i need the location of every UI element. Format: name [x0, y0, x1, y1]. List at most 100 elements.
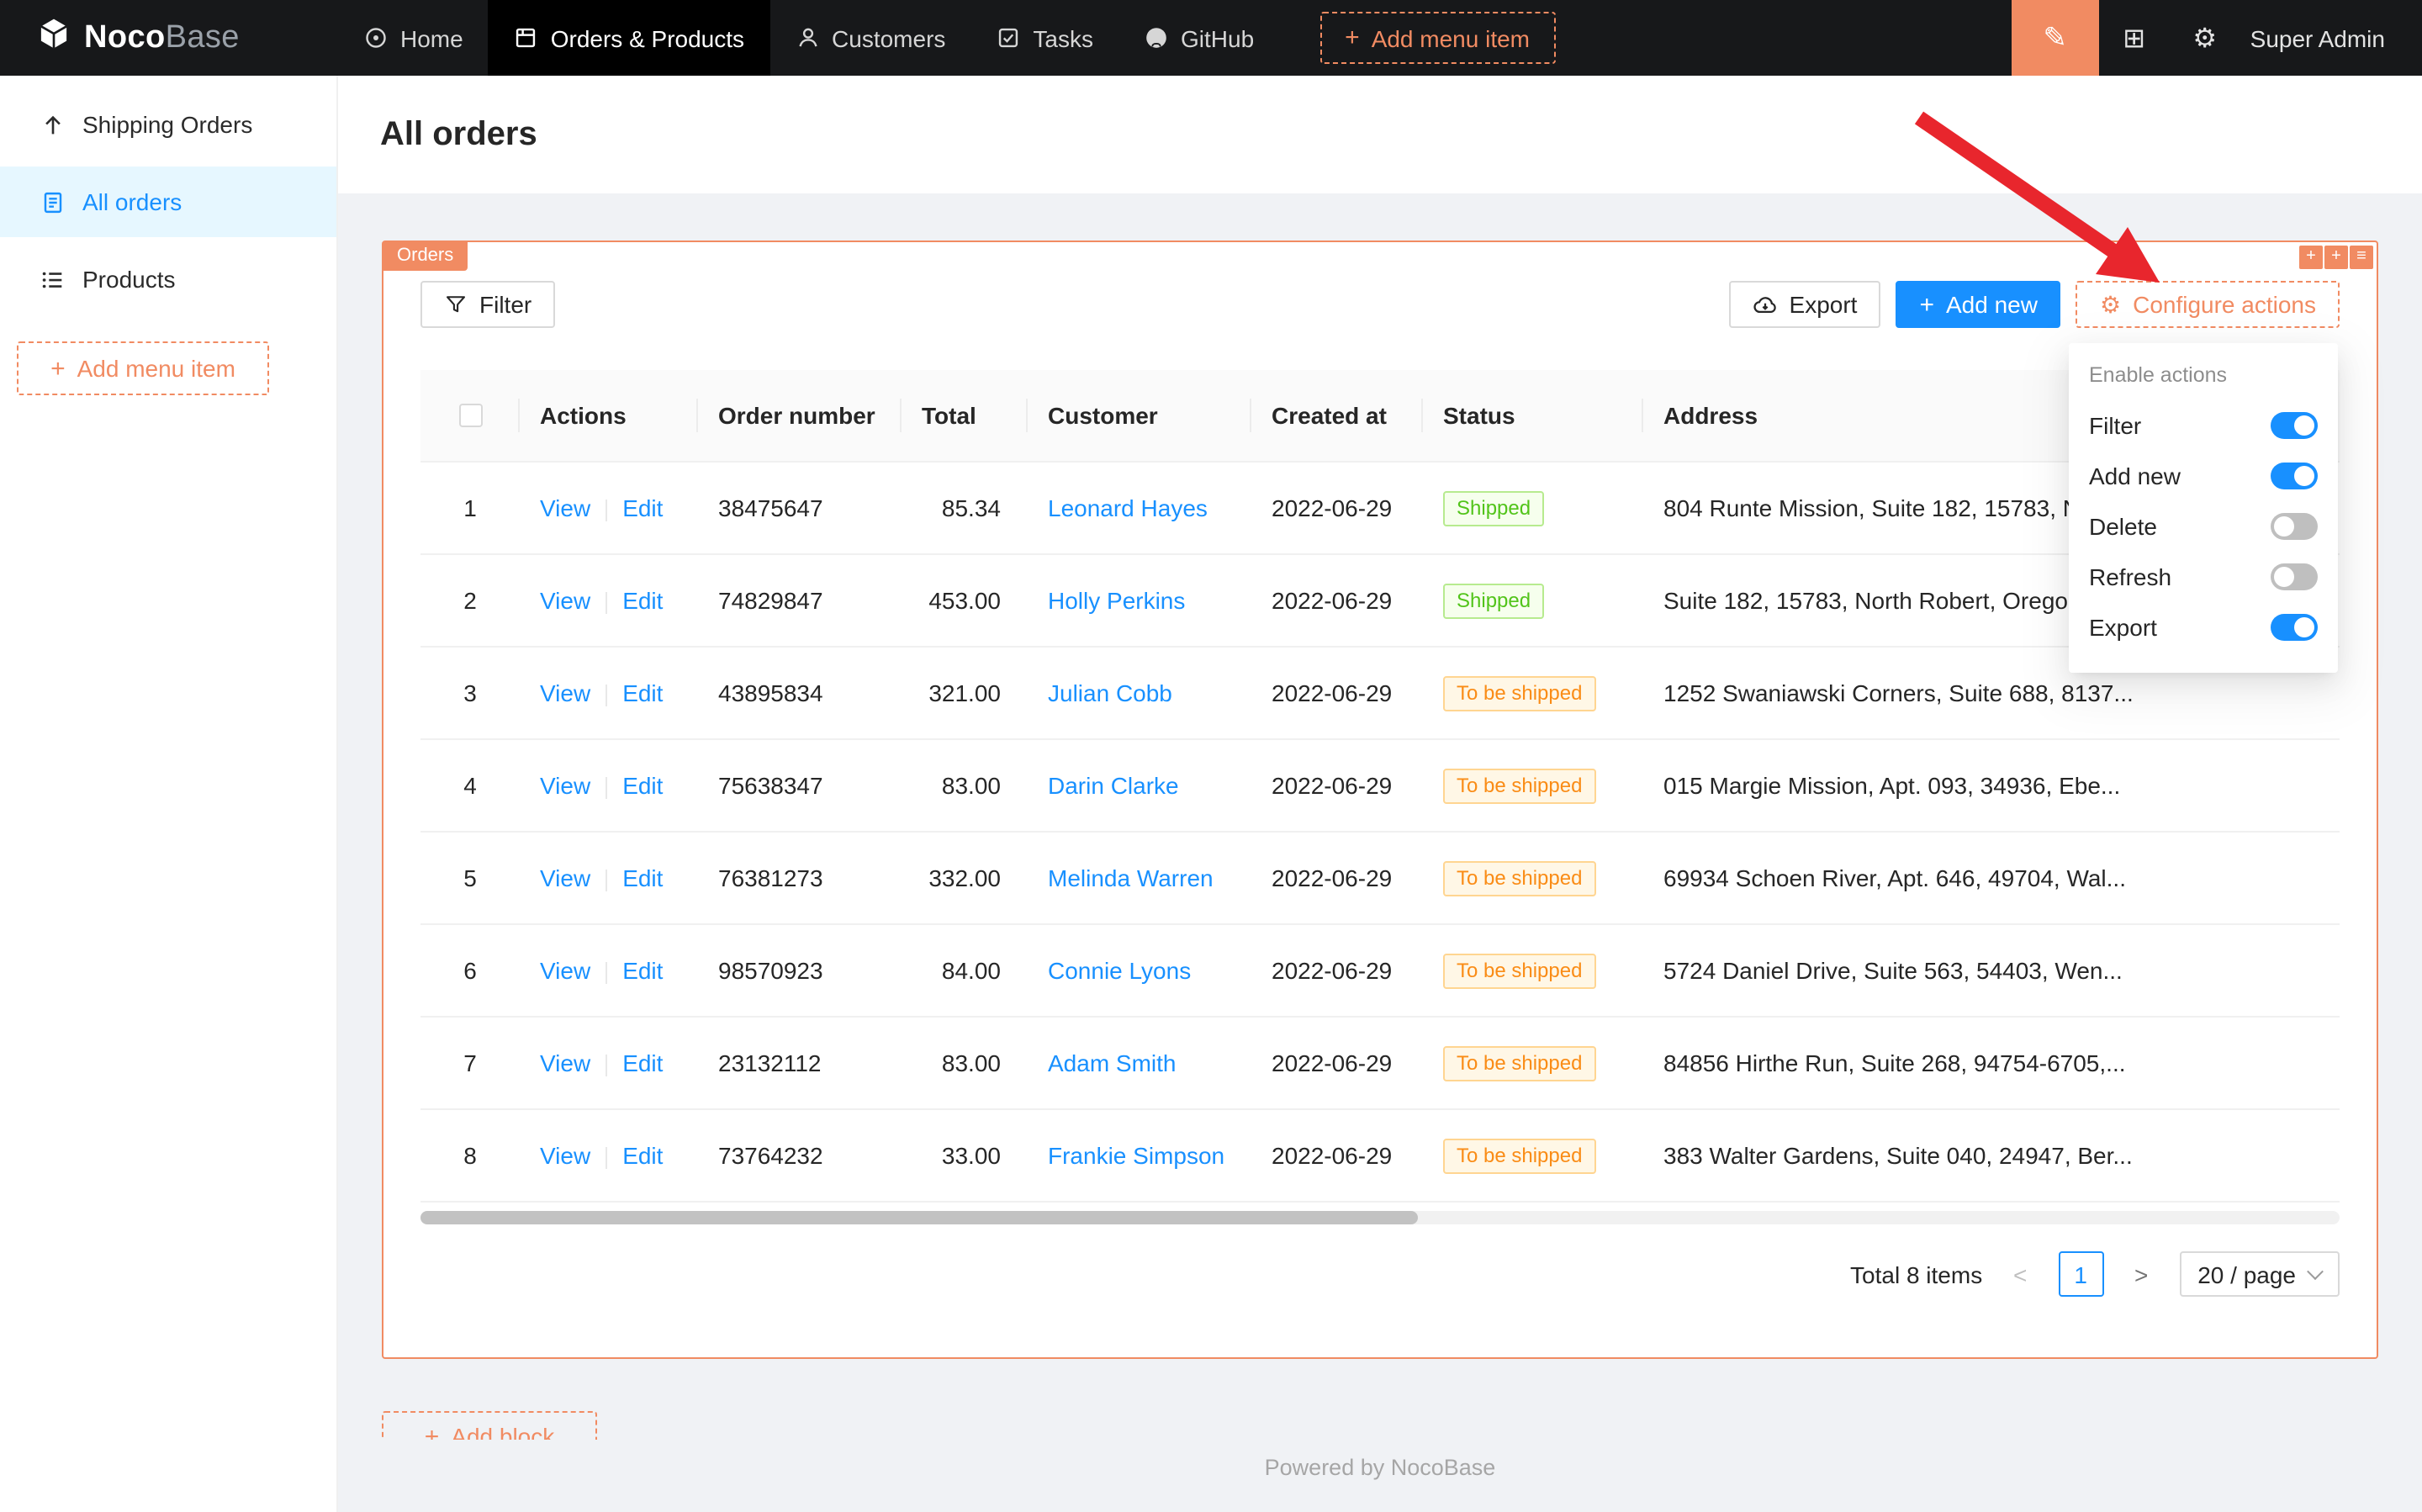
edit-link[interactable]: Edit [622, 1049, 663, 1076]
block-designer-icons: + + ≡ [2299, 246, 2373, 269]
table-row: 1 ViewEdit 38475647 85.34 Leonard Hayes … [420, 463, 2340, 555]
sidebar-item-all-orders[interactable]: All orders [0, 167, 336, 237]
plus-icon: + [1919, 292, 1934, 317]
customer-cell: Darin Clarke [1028, 772, 1251, 799]
view-link[interactable]: View [540, 679, 590, 706]
orders-table: Actions Order number Total Customer Crea… [420, 370, 2340, 1203]
nav-item-customers[interactable]: Customers [769, 0, 970, 76]
sidebar-item-products[interactable]: Products [0, 244, 336, 315]
table-row: 5 ViewEdit 76381273 332.00 Melinda Warre… [420, 833, 2340, 925]
status-cell: To be shipped [1423, 1045, 1643, 1081]
scrollbar-thumb[interactable] [420, 1211, 1419, 1224]
add-new-button[interactable]: + Add new [1896, 281, 2061, 328]
view-link[interactable]: View [540, 864, 590, 891]
next-page-button[interactable]: > [2118, 1251, 2164, 1297]
view-link[interactable]: View [540, 1049, 590, 1076]
view-link[interactable]: View [540, 1142, 590, 1169]
customer-link[interactable]: Frankie Simpson [1048, 1142, 1224, 1169]
dropdown-item-add-new[interactable]: Add new [2069, 451, 2338, 501]
add-new-toggle[interactable] [2271, 463, 2318, 489]
view-link[interactable]: View [540, 587, 590, 614]
navbar-add-menu-item-button[interactable]: + Add menu item [1319, 12, 1555, 64]
row-actions: View Edit [520, 1049, 698, 1076]
plugins-button[interactable]: ⊞ [2099, 0, 2170, 76]
order-number-cell: 98570923 [698, 957, 902, 984]
customer-link[interactable]: Connie Lyons [1048, 957, 1191, 984]
edit-link[interactable]: Edit [622, 679, 663, 706]
nav-item-orders-products[interactable]: Orders & Products [489, 0, 769, 76]
edit-link[interactable]: Edit [622, 957, 663, 984]
table-row: 4 ViewEdit 75638347 83.00 Darin Clarke 2… [420, 740, 2340, 833]
designer-menu-icon[interactable]: ≡ [2350, 246, 2373, 269]
navbar-right-cluster: ✎ ⊞ ⚙ Super Admin [2012, 0, 2422, 76]
page-size-select[interactable]: 20 / page [2179, 1251, 2340, 1297]
edit-link[interactable]: Edit [622, 494, 663, 521]
nocobase-logo[interactable]: NocoBase [0, 17, 338, 59]
settings-button[interactable]: ⚙ [2170, 0, 2240, 76]
edit-link[interactable]: Edit [622, 1142, 663, 1169]
nav-item-github[interactable]: GitHub [1118, 0, 1279, 76]
row-index: 8 [420, 1142, 520, 1169]
status-cell: To be shipped [1423, 675, 1643, 711]
dropdown-item-filter[interactable]: Filter [2069, 400, 2338, 451]
row-actions: View Edit [520, 957, 698, 984]
row-actions: View Edit [520, 679, 698, 706]
customer-link[interactable]: Adam Smith [1048, 1049, 1177, 1076]
row-index: 4 [420, 772, 520, 799]
sidebar-item-label: All orders [82, 188, 182, 215]
edit-link[interactable]: Edit [622, 772, 663, 799]
customer-link[interactable]: Darin Clarke [1048, 772, 1179, 799]
view-link[interactable]: View [540, 957, 590, 984]
column-header-customer: Customer [1028, 402, 1251, 429]
view-link[interactable]: View [540, 772, 590, 799]
status-badge: To be shipped [1443, 675, 1595, 711]
customer-link[interactable]: Melinda Warren [1048, 864, 1214, 891]
dropdown-item-label: Delete [2089, 513, 2157, 540]
edit-link[interactable]: Edit [622, 864, 663, 891]
dropdown-item-delete[interactable]: Delete [2069, 501, 2338, 552]
view-link[interactable]: View [540, 494, 590, 521]
designer-add-icon[interactable]: + [2299, 246, 2323, 269]
dropdown-item-refresh[interactable]: Refresh [2069, 552, 2338, 602]
table-row: 3 ViewEdit 43895834 321.00 Julian Cobb 2… [420, 648, 2340, 740]
designer-initializer-icon[interactable]: + [2324, 246, 2348, 269]
action-divider [606, 777, 607, 799]
add-menu-item-label: Add menu item [1372, 24, 1530, 51]
gear-icon: ⚙ [2192, 24, 2217, 53]
nav-item-tasks[interactable]: Tasks [970, 0, 1118, 76]
dropdown-item-export[interactable]: Export [2069, 602, 2338, 653]
customer-link[interactable]: Julian Cobb [1048, 679, 1172, 706]
status-cell: To be shipped [1423, 768, 1643, 803]
edit-link[interactable]: Edit [622, 587, 663, 614]
created-at-cell: 2022-06-29 [1251, 1142, 1423, 1169]
page-number-button[interactable]: 1 [2058, 1251, 2103, 1297]
filter-toggle[interactable] [2271, 412, 2318, 439]
total-cell: 83.00 [902, 772, 1028, 799]
select-all-checkbox[interactable] [458, 404, 482, 427]
status-badge: To be shipped [1443, 1138, 1595, 1173]
export-button[interactable]: Export [1729, 281, 1881, 328]
customer-link[interactable]: Leonard Hayes [1048, 494, 1208, 521]
row-actions: View Edit [520, 494, 698, 521]
sidebar-item-shipping-orders[interactable]: Shipping Orders [0, 89, 336, 160]
nav-item-home[interactable]: Home [338, 0, 489, 76]
refresh-toggle[interactable] [2271, 563, 2318, 590]
delete-toggle[interactable] [2271, 513, 2318, 540]
configure-actions-button[interactable]: ⚙ Configure actions [2076, 281, 2340, 328]
sidebar-add-menu-item-button[interactable]: + Add menu item [17, 341, 269, 395]
user-menu[interactable]: Super Admin [2250, 24, 2385, 51]
export-button-label: Export [1790, 291, 1858, 318]
total-cell: 321.00 [902, 679, 1028, 706]
address-cell: 383 Walter Gardens, Suite 040, 24947, Be… [1643, 1142, 2340, 1169]
customer-link[interactable]: Holly Perkins [1048, 587, 1185, 614]
prev-page-button[interactable]: < [1997, 1251, 2043, 1297]
grid-icon: ⊞ [2123, 24, 2145, 53]
ui-editor-button[interactable]: ✎ [2012, 0, 2099, 76]
row-actions: View Edit [520, 1142, 698, 1169]
filter-button[interactable]: Filter [420, 281, 555, 328]
customer-cell: Adam Smith [1028, 1049, 1251, 1076]
export-toggle[interactable] [2271, 614, 2318, 641]
add-block-button[interactable]: + Add block [382, 1411, 597, 1440]
horizontal-scrollbar[interactable] [420, 1211, 2340, 1224]
row-index: 2 [420, 587, 520, 614]
